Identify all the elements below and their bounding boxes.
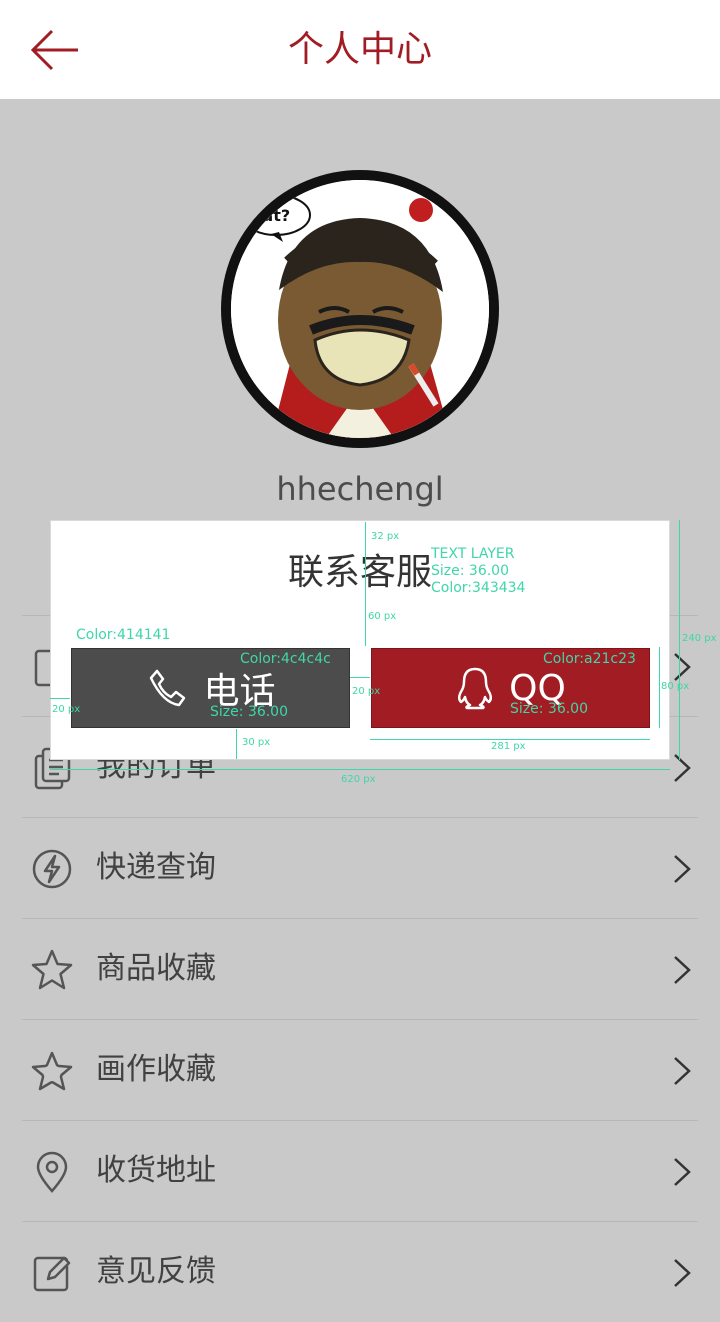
- avatar-image: hat?: [231, 180, 489, 438]
- annotation-text-layer: TEXT LAYER: [431, 546, 515, 562]
- annotation-title-color: Color:343434: [431, 580, 526, 596]
- annotation-qq-color: Color:a21c23: [543, 651, 636, 667]
- guide-line: [679, 520, 680, 760]
- menu-item-label: 商品收藏: [96, 951, 216, 986]
- edit-icon: [33, 1256, 71, 1292]
- avatar[interactable]: hat?: [221, 170, 499, 448]
- location-pin-icon: [36, 1151, 68, 1193]
- guide-line: [350, 677, 370, 678]
- annotation-phone-color: Color:4c4c4c: [240, 651, 331, 667]
- page-title: 个人中心: [287, 29, 432, 70]
- annotation-qq-size: Size: 36.00: [510, 701, 588, 717]
- cartoon-face-icon: hat?: [231, 180, 489, 438]
- menu-item-address[interactable]: 收货地址: [22, 1120, 698, 1221]
- annotation-gap-60: 60 px: [368, 611, 397, 622]
- guide-line: [370, 739, 650, 740]
- annotation-btn-height: 80 px: [661, 681, 690, 692]
- lightning-icon: [32, 849, 72, 889]
- annotation-dialog-height: 240 px: [682, 633, 717, 644]
- chevron-right-icon: [674, 956, 691, 984]
- phone-icon: [150, 669, 186, 707]
- username: hhechengl: [276, 470, 444, 508]
- dialog-title: 联系客服: [287, 552, 432, 593]
- chevron-right-icon: [674, 855, 691, 883]
- top-bar: 个人中心: [0, 0, 720, 99]
- guide-line: [50, 769, 670, 770]
- chevron-right-icon: [674, 653, 691, 681]
- guide-line: [236, 729, 237, 759]
- annotation-phone-size: Size: 36.00: [210, 704, 288, 720]
- chevron-right-icon: [674, 754, 691, 782]
- chevron-right-icon: [674, 1259, 691, 1287]
- menu-item-label: 快递查询: [96, 850, 216, 885]
- chevron-right-icon: [674, 1158, 691, 1186]
- annotation-gap-30: 30 px: [242, 737, 271, 748]
- menu-item-painting-favorites[interactable]: 画作收藏: [22, 1019, 698, 1120]
- star-outline-icon: [31, 1051, 73, 1091]
- annotation-dialog-width: 620 px: [341, 774, 376, 785]
- annotation-gap-20-left: 20 px: [52, 704, 81, 715]
- menu-item-label: 收货地址: [96, 1153, 216, 1188]
- guide-line: [50, 698, 70, 699]
- annotation-gap-32: 32 px: [371, 531, 400, 542]
- menu-item-express[interactable]: 快递查询: [22, 817, 698, 918]
- guide-line: [659, 647, 660, 728]
- menu-item-label: 画作收藏: [96, 1052, 216, 1087]
- annotation-title-size: Size: 36.00: [431, 563, 509, 579]
- menu-item-feedback[interactable]: 意见反馈: [22, 1221, 698, 1322]
- annotation-label-color: Color:414141: [76, 627, 171, 643]
- annotation-gap-20-mid: 20 px: [352, 686, 381, 697]
- menu-item-label: 意见反馈: [96, 1254, 216, 1289]
- chevron-right-icon: [674, 1057, 691, 1085]
- guide-line: [365, 522, 366, 646]
- star-icon: [31, 949, 73, 990]
- qq-penguin-icon: [458, 667, 493, 710]
- svg-text:hat?: hat?: [251, 206, 290, 225]
- annotation-btn-width: 281 px: [491, 741, 526, 752]
- menu-item-goods-favorites[interactable]: 商品收藏: [22, 918, 698, 1019]
